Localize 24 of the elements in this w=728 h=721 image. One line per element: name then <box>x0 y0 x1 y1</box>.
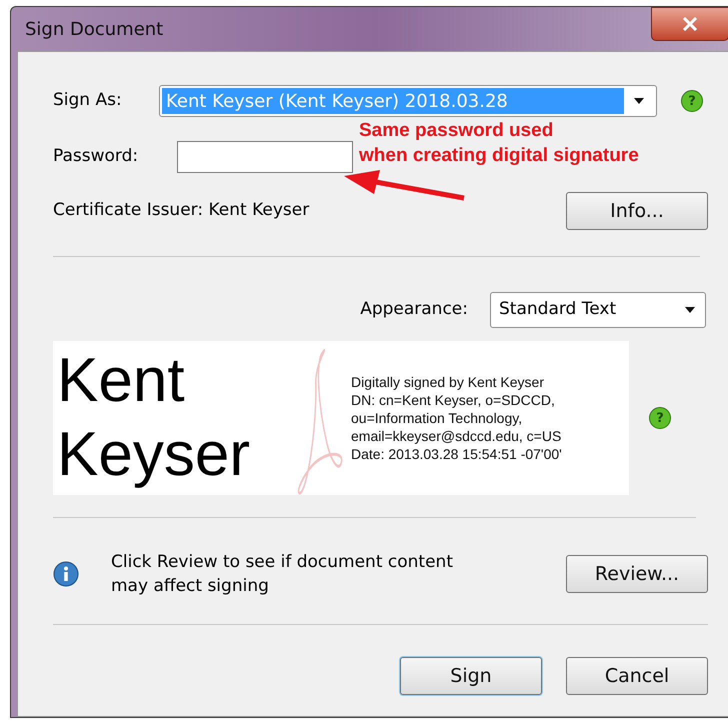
info-button[interactable]: Info... <box>566 192 708 230</box>
help-button[interactable]: ? <box>649 407 671 429</box>
info-icon <box>53 561 79 587</box>
window-title: Sign Document <box>25 18 164 42</box>
caret-icon <box>685 307 695 313</box>
certificate-issuer-text: Certificate Issuer: Kent Keyser <box>53 199 310 222</box>
signature-details: Digitally signed by Kent Keyser DN: cn=Kent Keyser, o=SDCCD, ou=Information Technology, email=kkeyser@sdccd.edu, c=US Date: 2013.03.28 15:54:51 -07'00' <box>351 373 562 463</box>
caret-icon <box>634 98 644 104</box>
review-message: Click Review to see if document content may affect signing <box>111 551 454 598</box>
review-button[interactable]: Review... <box>566 555 708 593</box>
dialog-button[interactable]: Cancel <box>566 657 708 695</box>
close-button[interactable] <box>651 7 728 41</box>
password-field[interactable] <box>177 141 353 173</box>
dialog-button[interactable]: Sign <box>400 657 542 695</box>
help-button[interactable]: ? <box>681 90 703 112</box>
close-icon <box>682 17 698 31</box>
signature-name: Kent Keyser <box>57 344 251 491</box>
dropdown-value: Standard Text <box>499 298 616 322</box>
appearance-dropdown[interactable]: Standard Text <box>490 292 706 328</box>
sign-as-label: Sign As: <box>53 89 123 112</box>
dropdown-value: Kent Keyser (Kent Keyser) 2018.03.28 <box>162 88 624 114</box>
password-label: Password: <box>53 145 140 168</box>
appearance-label: Appearance: <box>360 298 468 322</box>
annotation-text: Same password used when creating digital signature <box>359 119 639 168</box>
